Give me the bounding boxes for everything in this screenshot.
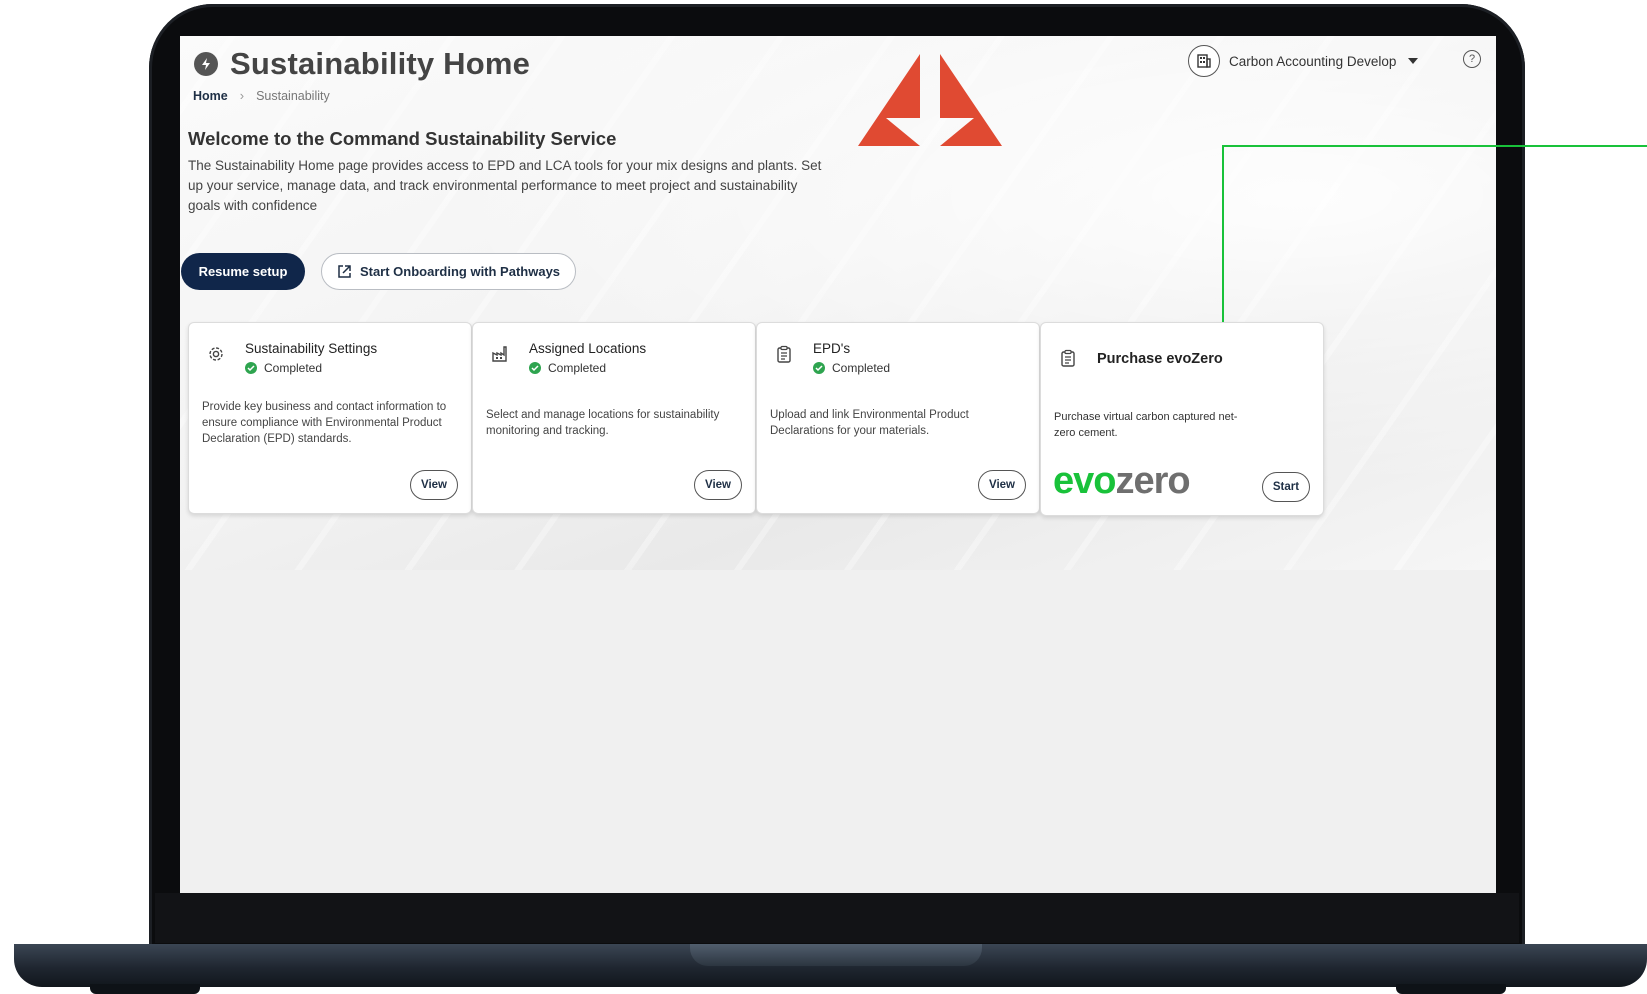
card-description: Select and manage locations for sustaina… xyxy=(486,409,720,437)
card-title: EPD's xyxy=(813,341,851,356)
status-badge: Completed xyxy=(529,361,606,375)
welcome-description: The Sustainability Home page provides ac… xyxy=(188,158,822,213)
start-onboarding-button[interactable]: Start Onboarding with Pathways xyxy=(321,253,576,290)
card-title: Purchase evoZero xyxy=(1097,351,1223,367)
screen: Sustainability Home Home › Sustainabilit… xyxy=(180,36,1496,893)
welcome-title: Welcome to the Command Sustainability Se… xyxy=(188,128,617,149)
external-link-icon xyxy=(338,265,351,278)
view-button[interactable]: View xyxy=(410,470,458,500)
card-title: Sustainability Settings xyxy=(245,341,378,356)
card-sustainability-settings: Sustainability Settings Completed Provid… xyxy=(188,322,472,514)
card-description: Upload and link Environmental Product De… xyxy=(770,409,969,437)
start-button[interactable]: Start xyxy=(1262,472,1310,502)
laptop-foot xyxy=(1396,984,1506,994)
view-button[interactable]: View xyxy=(978,470,1026,500)
card-description: Provide key business and contact informa… xyxy=(202,401,447,445)
laptop-notch xyxy=(690,944,982,966)
status-label: Completed xyxy=(548,361,607,375)
card-epds: EPD's Completed Upload and link Environm… xyxy=(756,322,1040,514)
annotation-line xyxy=(1222,145,1647,147)
clipboard-icon xyxy=(1059,349,1077,372)
resume-setup-button[interactable]: Resume setup xyxy=(181,253,305,290)
status-badge: Completed xyxy=(813,361,890,375)
check-circle-icon xyxy=(245,362,257,374)
page-title: Sustainability Home xyxy=(230,46,531,81)
view-button[interactable]: View xyxy=(694,470,742,500)
card-assigned-locations: Assigned Locations Completed Select and … xyxy=(472,322,756,514)
card-title: Assigned Locations xyxy=(529,341,647,356)
status-label: Completed xyxy=(832,361,891,375)
evozero-logo-zero: zero xyxy=(1115,460,1190,502)
command-logo-icon xyxy=(858,54,1002,146)
laptop-foot xyxy=(90,984,200,994)
annotation-line xyxy=(1222,145,1224,322)
title-row: Sustainability Home xyxy=(194,46,530,82)
caret-down-icon xyxy=(1408,58,1419,64)
laptop-chin xyxy=(155,893,1519,943)
breadcrumb-home[interactable]: Home xyxy=(193,89,228,103)
card-description: Purchase virtual carbon captured net-zer… xyxy=(1054,411,1238,439)
start-onboarding-label: Start Onboarding with Pathways xyxy=(359,264,561,279)
factory-icon xyxy=(491,345,509,368)
chevron-right-icon: › xyxy=(239,88,245,103)
clipboard-icon xyxy=(775,345,793,368)
app-window: Sustainability Home Home › Sustainabilit… xyxy=(180,36,1496,570)
evozero-logo: evozero xyxy=(1053,460,1191,502)
org-switcher[interactable]: Carbon Accounting Develop xyxy=(1188,45,1419,77)
card-purchase-evozero: Purchase evoZero Purchase virtual carbon… xyxy=(1040,322,1324,516)
status-badge: Completed xyxy=(245,361,322,375)
check-circle-icon xyxy=(813,362,825,374)
building-icon xyxy=(1188,45,1220,77)
help-icon[interactable]: ? xyxy=(1463,50,1481,68)
org-name: Carbon Accounting Develop xyxy=(1229,53,1397,69)
breadcrumb: Home › Sustainability xyxy=(193,88,330,103)
evozero-logo-evo: evo xyxy=(1053,460,1116,502)
status-label: Completed xyxy=(264,361,323,375)
gear-icon xyxy=(207,345,225,368)
check-circle-icon xyxy=(529,362,541,374)
breadcrumb-current: Sustainability xyxy=(256,88,330,103)
leaf-bolt-icon xyxy=(194,52,218,76)
